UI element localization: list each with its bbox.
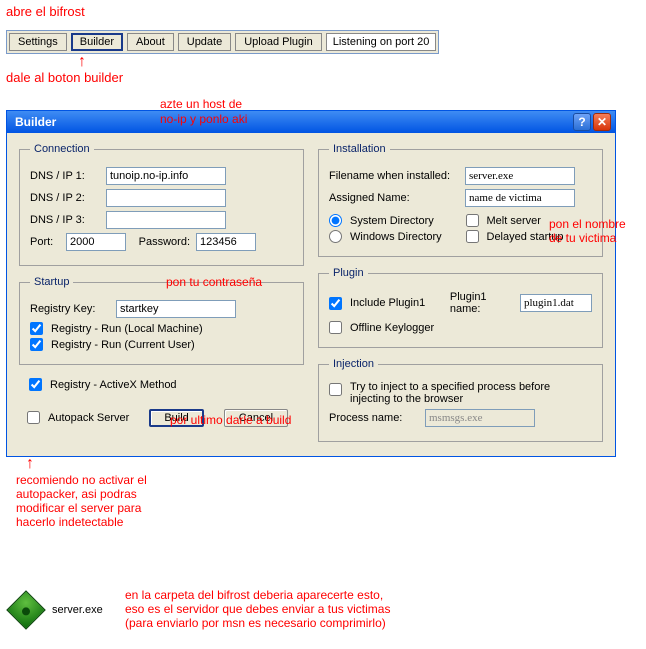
melt-label: Melt server (487, 215, 541, 227)
startup-group: Startup Registry Key: Registry - Run (Lo… (19, 276, 304, 365)
annotation-server-l1: en la carpeta del bifrost deberia aparec… (125, 588, 383, 602)
builder-window: Builder ? ✕ Connection DNS / IP 1: DNS /… (6, 110, 616, 457)
left-column: Connection DNS / IP 1: DNS / IP 2: DNS /… (19, 143, 304, 442)
annotation-name-l2: de tu victima (549, 231, 616, 245)
annotation-name-l1: pon el nombre (549, 217, 626, 231)
regkey-input[interactable] (116, 300, 236, 318)
listening-status: Listening on port 20 (326, 33, 436, 51)
activex-checkbox[interactable] (29, 378, 42, 391)
annotation-autopack-l1: recomiendo no activar el (16, 473, 147, 487)
close-button[interactable]: ✕ (593, 113, 611, 131)
plugin-name-label: Plugin1 name: (450, 291, 512, 315)
annotation-password: pon tu contraseña (166, 275, 262, 289)
include-plugin-checkbox[interactable] (329, 297, 342, 310)
delayed-checkbox[interactable] (466, 230, 479, 243)
annotation-builder: dale al boton builder (6, 70, 123, 85)
arrow-up-autopack-icon: ↑ (26, 455, 34, 473)
run-cu-checkbox[interactable] (30, 338, 43, 351)
annotation-open: abre el bifrost (6, 4, 85, 19)
plugin-group: Plugin Include Plugin1 Plugin1 name: Off… (318, 267, 603, 348)
password-label: Password: (132, 236, 190, 248)
startup-legend: Startup (30, 276, 73, 288)
annotation-server-l3: (para enviarlo por msn es necesario comp… (125, 616, 386, 630)
annotation-autopack-l2: autopacker, asi podras (16, 487, 137, 501)
inject-checkbox[interactable] (329, 383, 342, 396)
update-button[interactable]: Update (178, 33, 231, 51)
builder-button[interactable]: Builder (71, 33, 123, 51)
settings-button[interactable]: Settings (9, 33, 67, 51)
run-lm-label: Registry - Run (Local Machine) (51, 323, 203, 335)
offline-keylogger-checkbox[interactable] (329, 321, 342, 334)
about-button[interactable]: About (127, 33, 174, 51)
window-title: Builder (11, 115, 571, 129)
server-file-icon-row: server.exe (12, 596, 103, 624)
port-label: Port: (30, 236, 60, 248)
run-lm-checkbox[interactable] (30, 322, 43, 335)
sysdir-radio[interactable] (329, 214, 342, 227)
process-label: Process name: (329, 412, 419, 424)
annotation-build: por ultimo darle a build (170, 413, 291, 427)
server-exe-filename: server.exe (52, 604, 103, 616)
upload-plugin-button[interactable]: Upload Plugin (235, 33, 322, 51)
dns3-label: DNS / IP 3: (30, 214, 100, 226)
injection-legend: Injection (329, 358, 378, 370)
windir-radio[interactable] (329, 230, 342, 243)
port-input[interactable] (66, 233, 126, 251)
annotation-autopack-l3: modificar el server para (16, 501, 141, 515)
autopack-checkbox[interactable] (27, 411, 40, 424)
client-area: Connection DNS / IP 1: DNS / IP 2: DNS /… (7, 133, 615, 456)
activex-label: Registry - ActiveX Method (50, 379, 177, 391)
connection-legend: Connection (30, 143, 94, 155)
process-input (425, 409, 535, 427)
dns2-label: DNS / IP 2: (30, 192, 100, 204)
password-input[interactable] (196, 233, 256, 251)
dns1-label: DNS / IP 1: (30, 170, 100, 182)
filename-input[interactable] (465, 167, 575, 185)
offline-keylogger-label: Offline Keylogger (350, 322, 434, 334)
plugin-name-input[interactable] (520, 294, 592, 312)
run-cu-label: Registry - Run (Current User) (51, 339, 195, 351)
annotation-autopack-l4: hacerlo indetectable (16, 515, 123, 529)
help-button[interactable]: ? (573, 113, 591, 131)
annotation-server-l2: eso es el servidor que debes enviar a tu… (125, 602, 390, 616)
dns3-input[interactable] (106, 211, 226, 229)
filename-label: Filename when installed: (329, 170, 459, 182)
server-exe-icon[interactable] (6, 590, 46, 630)
titlebar: Builder ? ✕ (7, 111, 615, 133)
right-column: Installation Filename when installed: As… (318, 143, 603, 442)
windir-label: Windows Directory (350, 231, 442, 243)
plugin-legend: Plugin (329, 267, 368, 279)
connection-group: Connection DNS / IP 1: DNS / IP 2: DNS /… (19, 143, 304, 266)
installation-legend: Installation (329, 143, 390, 155)
main-toolbar: Settings Builder About Update Upload Plu… (6, 30, 439, 54)
annotation-host-l2: no-ip y ponlo aki (160, 112, 247, 126)
melt-checkbox[interactable] (466, 214, 479, 227)
dns1-input[interactable] (106, 167, 226, 185)
sysdir-label: System Directory (350, 215, 434, 227)
arrow-up-icon: ↑ (78, 53, 86, 71)
assigned-input[interactable] (465, 189, 575, 207)
inject-label: Try to inject to a specified process bef… (350, 381, 592, 405)
dns2-input[interactable] (106, 189, 226, 207)
assigned-label: Assigned Name: (329, 192, 459, 204)
autopack-label: Autopack Server (48, 412, 129, 424)
include-plugin-label: Include Plugin1 (350, 297, 425, 309)
regkey-label: Registry Key: (30, 303, 110, 315)
annotation-host-l1: azte un host de (160, 97, 242, 111)
injection-group: Injection Try to inject to a specified p… (318, 358, 603, 442)
